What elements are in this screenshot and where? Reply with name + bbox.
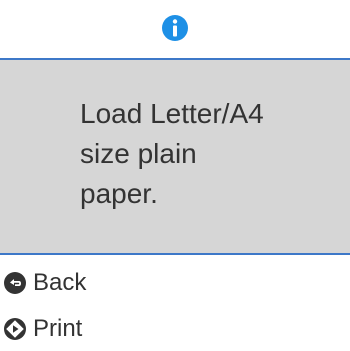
info-icon	[162, 15, 188, 41]
back-icon	[4, 272, 26, 294]
message-text: Load Letter/A4 size plain paper.	[80, 98, 264, 209]
print-button[interactable]: Print	[0, 312, 200, 346]
back-label: Back	[33, 269, 87, 296]
message-panel: Load Letter/A4 size plain paper.	[0, 60, 350, 253]
back-button[interactable]: Back	[0, 266, 200, 300]
printer-screen: Load Letter/A4 size plain paper. Back Pr…	[0, 0, 350, 351]
footer-divider	[0, 253, 350, 255]
print-label: Print	[33, 315, 83, 342]
start-icon	[4, 318, 26, 340]
header-bar	[0, 0, 350, 58]
